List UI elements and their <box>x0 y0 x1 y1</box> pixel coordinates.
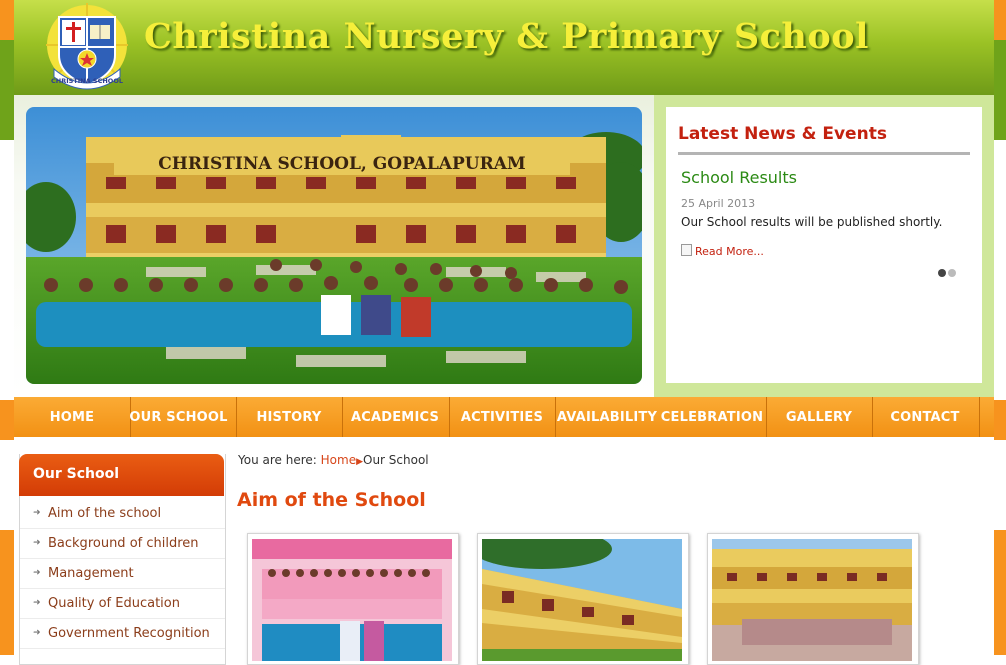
sidebar-title: Our School <box>19 454 224 496</box>
document-icon <box>681 244 692 256</box>
news-heading: Latest News & Events <box>678 124 887 144</box>
school-logo[interactable]: CHRISTINA SCHOOL <box>46 3 128 91</box>
sidebar-item-aim[interactable]: ➜ Aim of the school <box>20 499 225 529</box>
read-more-label: Read More... <box>695 245 764 258</box>
sidebar-item-recognition[interactable]: ➜ Government Recognition <box>20 619 225 649</box>
pager-dot-1[interactable] <box>938 269 946 277</box>
nav-availability[interactable]: AVAILABILITY <box>555 397 659 437</box>
arrow-right-icon: ➜ <box>33 628 41 638</box>
news-panel: Latest News & Events School Results 25 A… <box>654 95 994 397</box>
news-pager <box>936 262 956 281</box>
nav-contact[interactable]: CONTACT <box>872 397 978 437</box>
building-sign-text: CHRISTINA SCHOOL, GOPALAPURAM <box>158 154 526 174</box>
page-wrapper: CHRISTINA SCHOOL Christina Nursery & Pri… <box>14 0 994 665</box>
news-item-date: 25 April 2013 <box>681 197 756 210</box>
sidebar-item-quality[interactable]: ➜ Quality of Education <box>20 589 225 619</box>
breadcrumb: You are here: Home▶Our School <box>238 453 429 467</box>
logo-text: CHRISTINA SCHOOL <box>51 77 123 85</box>
pager-dot-2[interactable] <box>948 269 956 277</box>
news-item-text: Our School results will be published sho… <box>681 215 943 229</box>
main-navigation: HOME OUR SCHOOL HISTORY ACADEMICS ACTIVI… <box>14 397 994 437</box>
site-header: CHRISTINA SCHOOL Christina Nursery & Pri… <box>14 0 994 95</box>
site-title[interactable]: Christina Nursery & Primary School <box>144 16 869 57</box>
gallery-thumb-3[interactable] <box>707 533 919 665</box>
nav-gallery[interactable]: GALLERY <box>766 397 872 437</box>
news-item-title[interactable]: School Results <box>681 168 797 187</box>
news-content: Latest News & Events School Results 25 A… <box>666 107 982 383</box>
arrow-right-icon: ➜ <box>33 508 41 518</box>
right-stripe <box>994 0 1006 655</box>
sidebar-item-label: Aim of the school <box>48 506 162 521</box>
gallery-thumb-2[interactable] <box>477 533 689 665</box>
nav-academics[interactable]: ACADEMICS <box>342 397 448 437</box>
arrow-right-icon: ➜ <box>33 538 41 548</box>
page-title: Aim of the School <box>237 489 426 511</box>
sidebar-item-label: Government Recognition <box>48 626 210 641</box>
sidebar-item-label: Management <box>48 566 134 581</box>
left-stripe <box>0 0 14 655</box>
news-divider <box>678 152 970 155</box>
arrow-right-icon: ➜ <box>33 598 41 608</box>
nav-history[interactable]: HISTORY <box>236 397 342 437</box>
breadcrumb-home[interactable]: Home <box>321 453 356 467</box>
banner-area: CHRISTINA SCHOOL, GOPALAPURAM Latest New… <box>14 95 994 397</box>
breadcrumb-prefix: You are here: <box>238 453 317 467</box>
school-building-side-photo <box>482 539 682 661</box>
banner-slider[interactable]: CHRISTINA SCHOOL, GOPALAPURAM <box>26 107 642 384</box>
nav-celebration[interactable]: CELEBRATION <box>659 397 765 437</box>
students-group-photo <box>252 539 452 661</box>
nav-activities[interactable]: ACTIVITIES <box>449 397 555 437</box>
gallery-thumb-1[interactable] <box>247 533 459 665</box>
nav-divider <box>979 397 980 437</box>
sidebar: Our School ➜ Aim of the school ➜ Backgro… <box>19 454 226 665</box>
arrow-right-icon: ➜ <box>33 568 41 578</box>
sidebar-item-label: Background of children <box>48 536 199 551</box>
read-more-link[interactable]: Read More... <box>681 244 764 258</box>
sidebar-item-background[interactable]: ➜ Background of children <box>20 529 225 559</box>
nav-home[interactable]: HOME <box>22 397 122 437</box>
sidebar-item-management[interactable]: ➜ Management <box>20 559 225 589</box>
nav-our-school[interactable]: OUR SCHOOL <box>126 397 231 437</box>
school-building-photo: CHRISTINA SCHOOL, GOPALAPURAM <box>26 107 642 384</box>
breadcrumb-arrow-icon: ▶ <box>356 457 363 467</box>
sidebar-item-label: Quality of Education <box>48 596 180 611</box>
breadcrumb-current: Our School <box>363 453 429 467</box>
school-assembly-photo <box>712 539 912 661</box>
